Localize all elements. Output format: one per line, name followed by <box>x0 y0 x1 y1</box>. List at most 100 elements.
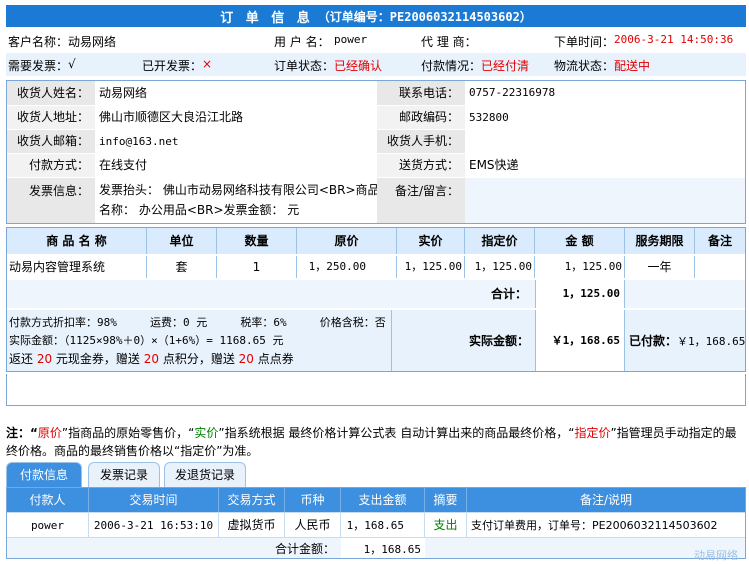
col-currency: 币种 <box>285 488 341 512</box>
real-price-cell: 1，125.00 <box>397 256 465 278</box>
invoice-info-line-1: 发票抬头： 佛山市动易网络科技有限公司<BR>商品 <box>99 183 377 197</box>
shipping-info-panel: 收货人姓名： 动易网络 联系电话： 0757-22316978 收货人地址： 佛… <box>6 80 746 224</box>
actual-amount-value: ￥1，168.65 <box>535 310 625 371</box>
invoice-info-value: 发票抬头： 佛山市动易网络科技有限公司<BR>商品 名称： 办公用品<BR>发票… <box>95 178 377 223</box>
order-header-row-2: 需要发票： √ 已开发票： × 订单状态： 已经确认 付款情况： 已经付清 物流… <box>6 53 746 76</box>
calc-text: 返还 <box>9 352 37 366</box>
payment-total-label: 合计金额： <box>7 537 341 558</box>
tab-invoice-records[interactable]: 发票记录 <box>88 462 160 487</box>
actual-amount-label: 实际金额： <box>392 310 535 371</box>
price-calculation: 付款方式折扣率：98% 运费：0 元 税率：6% 价格含税：否 实际金额：（11… <box>7 310 392 371</box>
coupon-points-amount: 20 <box>238 352 254 366</box>
note-original-price: 原价 <box>37 426 62 440</box>
address-label: 收货人地址： <box>7 106 95 129</box>
payment-table: 付款人 交易时间 交易方式 币种 支出金额 摘要 备注/说明 power 200… <box>6 487 746 559</box>
page-title: 订 单 信 息 <box>220 10 314 26</box>
phone-value: 0757-22316978 <box>465 81 745 105</box>
calc-line-3: 返还 20 元现金券，赠送 20 点积分，赠送 20 点点券 <box>9 350 391 368</box>
paid-label: 已付款： <box>629 334 678 348</box>
calc-text: 点积分，赠送 <box>159 352 239 366</box>
total-label: 合计： <box>7 280 535 308</box>
customer-value: 动易网络 <box>68 35 117 49</box>
col-remark: 备注 <box>695 228 745 254</box>
note-text: ”指商品的原始零售价，“ <box>61 426 195 440</box>
agent-label: 代 理 商： <box>421 35 477 49</box>
ship-method-label: 送货方式： <box>377 154 465 177</box>
col-payer: 付款人 <box>7 488 89 512</box>
qty-cell: 1 <box>217 256 297 278</box>
paid-amount: 已付款：￥1，168.65 <box>625 310 745 371</box>
ship-method-value: EMS快递 <box>465 154 745 177</box>
tab-shipping-records[interactable]: 发退货记录 <box>164 462 246 487</box>
col-original-price: 原价 <box>297 228 397 254</box>
consignee-name-label: 收货人姓名： <box>7 81 95 105</box>
trade-method-cell: 虚拟货币 <box>219 512 285 537</box>
original-price-cell: 1，250.00 <box>297 256 397 278</box>
note-cell: 支付订单费用，订单号：PE2006032114503602 <box>467 512 745 537</box>
order-time-label: 下单时间： <box>554 35 615 49</box>
username-value: power <box>334 33 368 46</box>
calc-text: 点点券 <box>253 352 294 366</box>
email-label: 收货人邮箱： <box>7 130 95 153</box>
payment-status-value: 已经付清 <box>481 59 530 73</box>
invoice-need-label: 需要发票： <box>8 59 69 73</box>
col-real-price: 实价 <box>397 228 465 254</box>
col-expense: 支出金额 <box>341 488 425 512</box>
note-text: ”指系统根据 最终价格计算公式表 自动计算出来的商品最终价格，“ <box>218 426 575 440</box>
col-service-term: 服务期限 <box>625 228 695 254</box>
consignee-name-value: 动易网络 <box>95 81 377 105</box>
zip-label: 邮政编码： <box>377 106 465 129</box>
order-number: （订单编号：PE2006032114503602） <box>317 9 532 24</box>
product-name-cell[interactable]: 动易内容管理系统 <box>7 256 147 278</box>
summary-cell: 支出 <box>425 512 467 537</box>
remark-label: 备注/留言： <box>377 178 465 223</box>
order-header-row-1: 客户名称： 动易网络 用 户 名： power 代 理 商： 下单时间： 200… <box>6 29 746 52</box>
col-amount: 金 额 <box>535 228 625 254</box>
remark-cell <box>695 256 745 278</box>
col-assigned-price: 指定价 <box>465 228 535 254</box>
zip-value: 532800 <box>465 106 745 129</box>
address-value: 佛山市顺德区大良沿江北路 <box>95 106 377 129</box>
tab-payment-info[interactable]: 付款信息 <box>6 462 82 487</box>
order-status-label: 订单状态： <box>274 59 335 73</box>
assigned-price-cell: 1，125.00 <box>465 256 535 278</box>
invoice-info-label: 发票信息： <box>7 178 95 223</box>
currency-cell: 人民币 <box>285 512 341 537</box>
record-tabs: 付款信息 发票记录 发退货记录 <box>6 462 406 487</box>
username-label: 用 户 名： <box>274 35 330 49</box>
payment-status-label: 付款情况： <box>421 59 482 73</box>
calc-line-2: 实际金额：（1125×98%＋0）×（1+6%）= 1168.65 元 <box>9 334 284 347</box>
total-value: 1，125.00 <box>535 280 625 308</box>
col-note: 备注/说明 <box>467 488 745 512</box>
pay-method-value: 在线支付 <box>95 154 377 177</box>
order-status-value: 已经确认 <box>334 59 383 73</box>
invoice-need-value: √ <box>68 57 76 71</box>
col-product-name: 商 品 名 称 <box>7 228 147 254</box>
mobile-value <box>465 130 745 153</box>
phone-label: 联系电话： <box>377 81 465 105</box>
points-amount: 20 <box>143 352 160 366</box>
col-summary: 摘要 <box>425 488 467 512</box>
col-unit: 单位 <box>147 228 217 254</box>
expense-cell: 1，168.65 <box>341 512 425 537</box>
col-trade-time: 交易时间 <box>89 488 219 512</box>
invoice-info-line-2: 名称： 办公用品<BR>发票金额： 元 <box>99 203 300 217</box>
logistics-label: 物流状态： <box>554 59 615 73</box>
logistics-value: 配送中 <box>614 59 651 73</box>
customer-label: 客户名称： <box>8 35 69 49</box>
order-title-bar: 订 单 信 息 （订单编号：PE2006032114503602） <box>6 5 746 27</box>
unit-cell: 套 <box>147 256 217 278</box>
product-table: 商 品 名 称 单位 数量 原价 实价 指定价 金 额 服务期限 备注 动易内容… <box>6 227 746 372</box>
cash-coupon-amount: 20 <box>36 352 53 366</box>
email-value: info@163.net <box>95 130 377 153</box>
mobile-label: 收货人手机： <box>377 130 465 153</box>
calc-line-1: 付款方式折扣率：98% 运费：0 元 税率：6% 价格含税：否 <box>9 316 386 329</box>
calc-text: 元现金券，赠送 <box>52 352 144 366</box>
payer-cell: power <box>7 512 89 537</box>
paid-value: ￥1，168.65 <box>677 335 745 348</box>
service-term-cell: 一年 <box>625 256 695 278</box>
payment-total-value: 1，168.65 <box>341 537 425 558</box>
order-time-value: 2006-3-21 14:50:36 <box>614 33 734 46</box>
order-footer-spacer <box>6 374 746 406</box>
invoiced-label: 已开发票： <box>142 59 203 73</box>
